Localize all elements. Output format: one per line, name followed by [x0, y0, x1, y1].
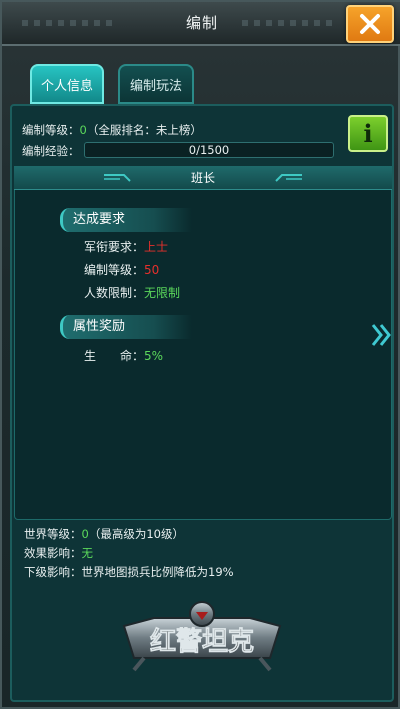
header-left-ornament [104, 174, 131, 182]
info-button[interactable]: i [348, 115, 388, 152]
requirements-heading: 达成要求 [60, 208, 192, 232]
close-icon [360, 14, 380, 34]
level-line: 编制等级：0（全服排名：未上榜） [22, 122, 202, 138]
requirement-rank: 军衔要求：上士 [84, 238, 168, 255]
next-rank-chevron-icon[interactable] [370, 322, 392, 348]
subordinate-effect-label: 下级影响： [24, 565, 82, 579]
exp-progress-bar: 0/1500 [84, 142, 334, 158]
level-value: 0 [79, 123, 87, 137]
requirement-value: 50 [144, 263, 160, 277]
rank-title: 班长 [14, 166, 392, 190]
world-level-line: 世界等级：0（最高级为10级） [24, 526, 184, 542]
world-level-label: 世界等级： [24, 527, 82, 541]
rank-text: （全服排名：未上榜） [86, 123, 202, 137]
logo-text: 红警坦克 [150, 626, 254, 657]
header-right-ornament [275, 174, 302, 182]
game-window: 编制 个人信息 编制玩法 编制等级：0（全服排名：未上榜） 编制经验： 0/15… [0, 0, 400, 709]
requirement-value: 上士 [144, 240, 169, 254]
exp-label: 编制经验： [22, 144, 80, 158]
reward-label: 生 命： [84, 349, 145, 363]
requirement-label: 人数限制： [84, 286, 145, 300]
game-logo: 红警坦克 [122, 601, 282, 672]
tab-gameplay[interactable]: 编制玩法 [118, 64, 194, 104]
reward-value: 5% [144, 349, 164, 363]
window-title: 编制 [185, 14, 218, 32]
effect-value: 无 [81, 546, 94, 560]
close-button[interactable] [346, 5, 394, 43]
title-bar: 编制 [2, 2, 400, 46]
reward-hp: 生 命：5% [84, 347, 163, 364]
rewards-heading: 属性奖励 [60, 315, 192, 339]
world-level-note: （最高级为10级） [88, 527, 184, 541]
info-icon: i [363, 119, 373, 148]
requirement-label: 军衔要求： [84, 240, 145, 254]
level-label: 编制等级： [22, 123, 80, 137]
requirement-level: 编制等级：50 [84, 261, 159, 278]
subordinate-effect-line: 下级影响：世界地图损兵比例降低为19% [24, 564, 234, 580]
effect-label: 效果影响： [24, 546, 82, 560]
requirement-headcount: 人数限制：无限制 [84, 284, 180, 301]
effect-line: 效果影响：无 [24, 545, 93, 561]
requirement-value: 无限制 [144, 286, 181, 300]
world-level-value: 0 [81, 527, 89, 541]
tab-personal-info[interactable]: 个人信息 [30, 64, 104, 104]
requirement-label: 编制等级： [84, 263, 145, 277]
exp-value: 0/1500 [188, 143, 230, 157]
subordinate-effect-value: 世界地图损兵比例降低为19% [81, 565, 234, 579]
